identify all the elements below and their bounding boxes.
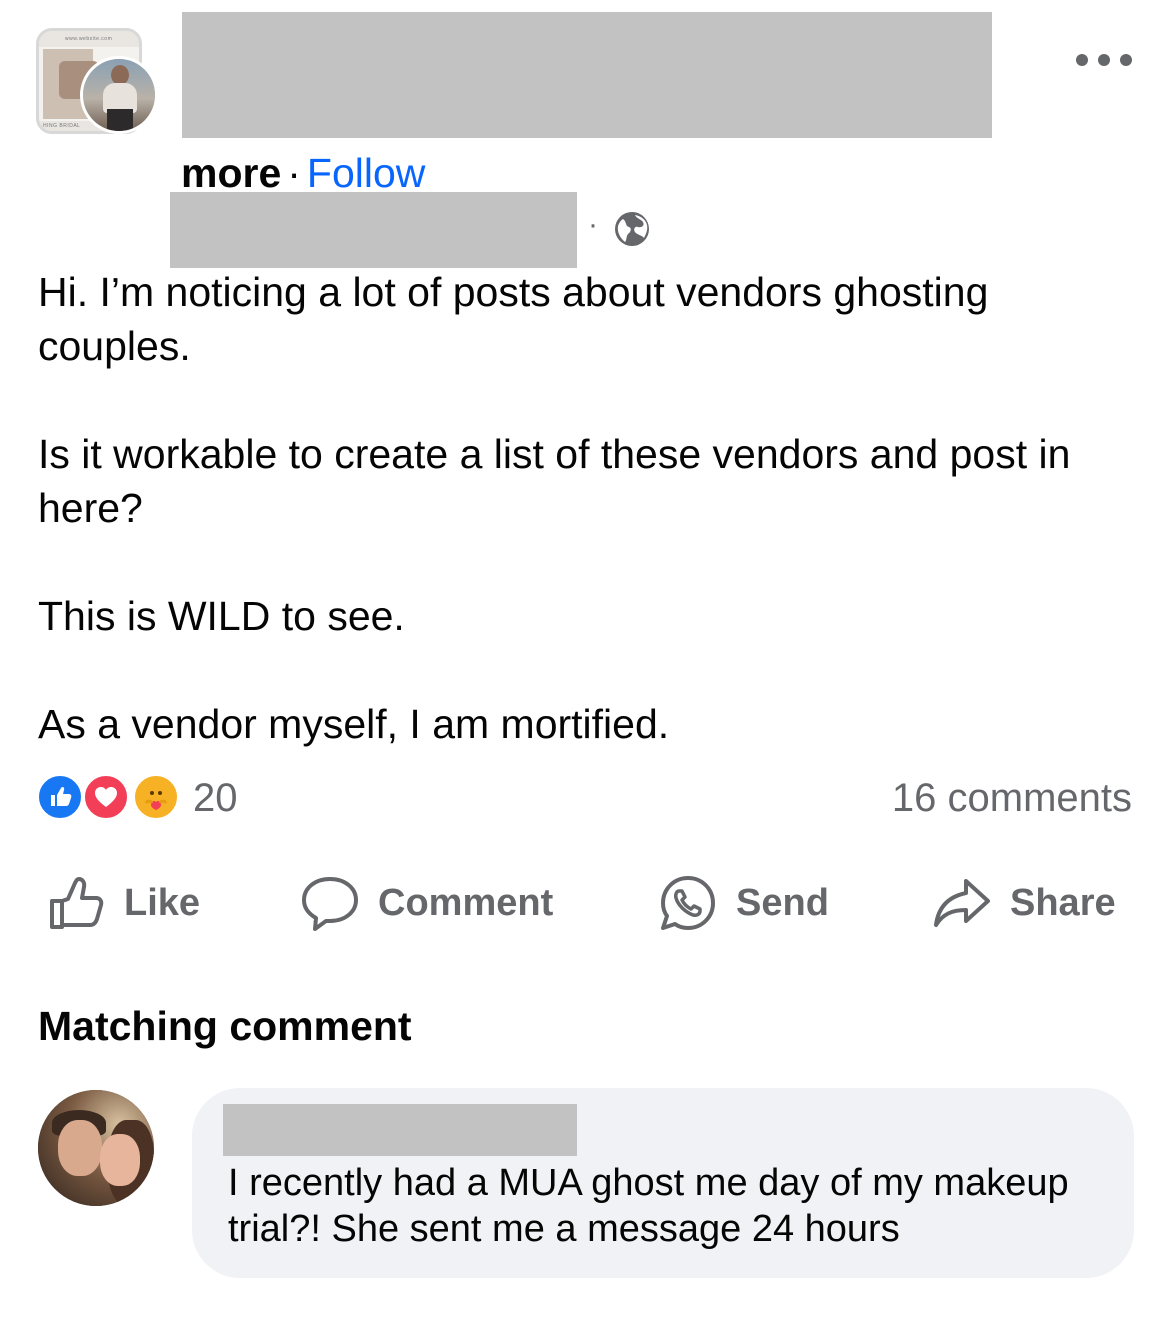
separator-dot: ·: [287, 150, 301, 196]
share-label: Share: [1010, 881, 1116, 924]
reaction-icons[interactable]: [36, 773, 186, 823]
meta-separator: ·: [588, 208, 598, 241]
whatsapp-icon: [661, 876, 715, 930]
author-line: more · Follow: [181, 148, 425, 198]
ellipsis-dot: [1076, 54, 1088, 66]
group-avatar-caption-bottom: HING BRIDAL: [43, 123, 81, 129]
redacted-commenter-name: [223, 1104, 577, 1156]
redacted-author-name: [182, 12, 992, 138]
ellipsis-icon[interactable]: [1076, 52, 1132, 68]
post-paragraph: Hi. I’m noticing a lot of posts about ve…: [38, 269, 989, 369]
post-paragraph: This is WILD to see.: [38, 593, 405, 639]
matching-comment-title: Matching comment: [38, 1003, 412, 1049]
redacted-timestamp: [170, 192, 577, 268]
like-button[interactable]: Like: [46, 868, 200, 938]
post-paragraph: Is it workable to create a list of these…: [38, 431, 1071, 531]
post-paragraph: As a vendor myself, I am mortified.: [38, 701, 670, 747]
share-arrow-icon: [934, 879, 990, 927]
comment-text: I recently had a MUA ghost me day of my …: [228, 1162, 1069, 1250]
author-avatar-head: [111, 65, 129, 85]
send-button[interactable]: Send: [658, 868, 829, 938]
globe-icon: [613, 210, 651, 248]
ellipsis-dot: [1120, 54, 1132, 66]
love-reaction-icon: [82, 773, 130, 821]
commenter-avatar[interactable]: [38, 1090, 154, 1206]
share-button[interactable]: Share: [932, 868, 1116, 938]
comment-button[interactable]: Comment: [300, 868, 553, 938]
reaction-count[interactable]: 20: [193, 772, 238, 824]
author-avatar[interactable]: [80, 56, 158, 134]
group-avatar-caption-top: www.website.com: [65, 36, 113, 42]
comment-label: Comment: [378, 881, 554, 924]
ellipsis-dot: [1098, 54, 1110, 66]
commenter-avatar-face: [58, 1120, 102, 1176]
send-label: Send: [736, 881, 829, 924]
care-reaction-icon: [132, 773, 180, 821]
comment-count[interactable]: 16 comments: [892, 772, 1132, 824]
follow-link[interactable]: Follow: [307, 150, 425, 196]
thumbs-up-icon: [50, 877, 104, 929]
more-label[interactable]: more: [181, 150, 281, 196]
author-avatar-legs: [107, 109, 133, 131]
comment-bubble-icon: [302, 877, 358, 931]
commenter-avatar-face: [100, 1134, 140, 1186]
like-reaction-icon: [36, 773, 84, 821]
like-label: Like: [124, 881, 201, 924]
